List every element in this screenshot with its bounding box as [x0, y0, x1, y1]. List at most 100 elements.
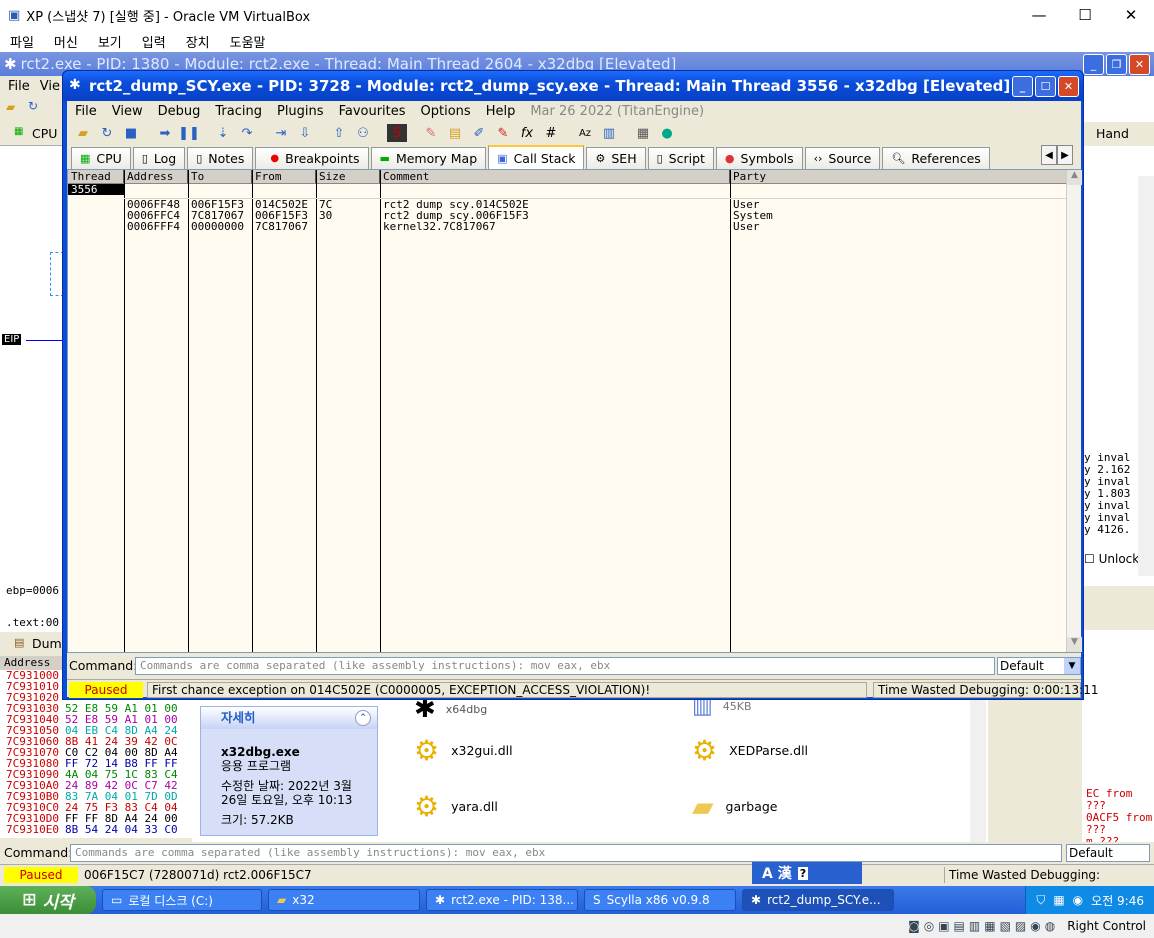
close-button[interactable]: ✕ [1058, 75, 1079, 97]
x32dbg-titlebar[interactable]: ✱ rct2_dump_SCY.exe - PID: 3728 - Module… [63, 71, 1083, 101]
details-header[interactable]: 자세히 ⌃ [201, 707, 377, 729]
device-icons[interactable]: ◙◎▣▤▥▦▧▨◉◍ [908, 919, 1059, 933]
stop-icon[interactable]: ■ [121, 124, 141, 142]
clock[interactable]: 오전 9:46 [1091, 892, 1144, 909]
col-to[interactable]: To [188, 170, 252, 183]
back-minimize-button[interactable]: _ [1083, 53, 1104, 75]
tab-scroll-left-icon[interactable]: ◀ [1041, 145, 1057, 165]
menu-tracing[interactable]: Tracing [215, 104, 262, 119]
tab-symbols[interactable]: ● Symbols [715, 147, 803, 169]
back-tab-dump[interactable]: ▤ Dump [0, 632, 70, 656]
minimize-button[interactable]: _ [1012, 75, 1033, 97]
command-input[interactable]: Commands are comma separated (like assem… [135, 657, 995, 675]
col-comment[interactable]: Comment [380, 170, 730, 183]
vbox-menu-file[interactable]: 파일 [10, 32, 34, 51]
collapse-icon[interactable]: ⌃ [355, 710, 371, 726]
step-into-icon[interactable]: ⇣ [213, 124, 233, 142]
network-icon[interactable]: ▦ [1053, 893, 1064, 907]
explorer-item[interactable]: ▰ garbage [692, 790, 778, 823]
comment-icon[interactable]: ▤ [445, 124, 465, 142]
tab-call-stack[interactable]: ▣ Call Stack [488, 145, 585, 169]
function-icon[interactable]: fx [517, 124, 537, 142]
taskbar-item[interactable]: S Scylla x86 v0.9.8 [584, 889, 736, 911]
help-icon[interactable]: ? [797, 866, 809, 880]
explorer-item[interactable]: ⚙ yara.dll [414, 790, 498, 823]
taskbar-item[interactable]: ▭ 로컬 디스크 (C:) [102, 889, 262, 911]
tab-references[interactable]: 🔍︎ References [882, 147, 990, 169]
open-icon[interactable]: ▰ [73, 124, 93, 142]
taskbar-item[interactable]: ▰ x32 [268, 889, 420, 911]
vbox-menu-input[interactable]: 입력 [142, 32, 166, 51]
chevron-down-icon[interactable]: ▼ [1064, 658, 1080, 674]
close-button[interactable]: ✕ [1108, 6, 1154, 24]
shield-icon[interactable]: ⛉ [1036, 893, 1045, 908]
maximize-button[interactable]: ☐ [1035, 75, 1056, 97]
back-command-input[interactable]: Commands are comma separated (like assem… [70, 844, 1062, 862]
scroll-up-icon[interactable]: ▲ [1067, 170, 1082, 185]
restart-icon[interactable]: ↻ [97, 124, 117, 142]
tab-breakpoints[interactable]: ● Breakpoints [255, 147, 369, 169]
execute-till-return-icon[interactable]: ⇧ [329, 124, 349, 142]
menu-debug[interactable]: Debug [158, 104, 201, 119]
step-over-icon[interactable]: ↷ [237, 124, 257, 142]
ime-bar[interactable]: A 漢 ? [752, 862, 862, 884]
dump-row[interactable]: 7C9310E0 8B 54 24 04 33 C0 [0, 824, 200, 835]
col-size[interactable]: Size [316, 170, 380, 183]
table-scrollbar[interactable]: ▲ ▼ [1066, 170, 1082, 652]
taskbar-item[interactable]: ✱ rct2.exe - PID: 138... [426, 889, 578, 911]
calculator-icon[interactable]: ▦ [633, 124, 653, 142]
pause-icon[interactable]: ❚❚ [178, 124, 200, 142]
tab-scroll-right-icon[interactable]: ▶ [1057, 145, 1073, 165]
tab-log[interactable]: ▯ Log [132, 147, 186, 169]
col-party[interactable]: Party [730, 170, 1066, 183]
strings-icon[interactable]: Aᴢ [575, 124, 595, 142]
menu-favourites[interactable]: Favourites [339, 104, 406, 119]
trace-into-icon[interactable]: ⇥ [271, 124, 291, 142]
command-mode-select[interactable]: Default ▼ [997, 657, 1081, 675]
back-right-scrollbar[interactable] [1138, 176, 1154, 576]
tab-memory-map[interactable]: ▬ Memory Map [370, 147, 487, 169]
back-menu-file[interactable]: File [8, 79, 30, 94]
minimize-button[interactable]: — [1016, 6, 1062, 24]
table-row[interactable]: 0006FFC4 7C817067 006F15F3 30 rct2_dump_scy.… [68, 210, 1066, 221]
explorer-item[interactable]: ⚙ x32gui.dll [414, 734, 513, 767]
open-icon[interactable]: ▰ [6, 100, 15, 114]
menu-plugins[interactable]: Plugins [277, 104, 324, 119]
col-address[interactable]: Address [124, 170, 188, 183]
scylla-icon[interactable]: S [387, 124, 407, 142]
menu-options[interactable]: Options [421, 104, 471, 119]
explorer-item[interactable]: ⚙ XEDParse.dll [692, 734, 808, 767]
menu-file[interactable]: File [75, 104, 97, 119]
back-disassembly-pane[interactable]: EIP [0, 146, 66, 580]
col-from[interactable]: From [252, 170, 316, 183]
table-row[interactable]: 0006FFF4 00000000 7C817067 kernel32.7C81706… [68, 221, 1066, 232]
tab-script[interactable]: ▯ Script [647, 147, 714, 169]
tab-source[interactable]: ‹› Source [804, 147, 881, 169]
volume-icon[interactable]: ◉ [1073, 893, 1083, 907]
menu-help[interactable]: Help [486, 104, 516, 119]
back-tab-handles[interactable]: Hand [1082, 122, 1154, 146]
back-menu-view[interactable]: Vie [40, 79, 60, 94]
trace-over-icon[interactable]: ⇩ [295, 124, 315, 142]
explorer-scrollbar[interactable] [970, 700, 986, 842]
tab-notes[interactable]: ▯ Notes [187, 147, 254, 169]
vbox-menu-devices[interactable]: 장치 [186, 32, 210, 51]
back-restore-button[interactable]: ❐ [1106, 53, 1127, 75]
hash-icon[interactable]: # [541, 124, 561, 142]
tab-seh[interactable]: ⚙ SEH [586, 147, 646, 169]
back-command-default-select[interactable]: Default [1066, 844, 1150, 862]
run-icon[interactable]: ➡ [155, 124, 175, 142]
scroll-down-icon[interactable]: ▼ [1067, 637, 1082, 652]
vbox-menu-machine[interactable]: 머신 [54, 32, 78, 51]
globe-icon[interactable]: ● [657, 124, 677, 142]
col-thread[interactable]: Thread [68, 170, 124, 183]
back-close-button[interactable]: ✕ [1129, 53, 1150, 75]
bookmark-icon[interactable]: ✎ [493, 124, 513, 142]
vbox-menu-view[interactable]: 보기 [98, 32, 122, 51]
start-button[interactable]: ⊞ 시작 [0, 886, 96, 914]
tab-cpu[interactable]: ▦ CPU [71, 147, 131, 169]
label-icon[interactable]: ✐ [469, 124, 489, 142]
run-to-user-code-icon[interactable]: ⚇ [353, 124, 373, 142]
call-stack-table[interactable]: Thread Address To From Size Comment Part… [67, 169, 1082, 653]
menu-view[interactable]: View [112, 104, 143, 119]
